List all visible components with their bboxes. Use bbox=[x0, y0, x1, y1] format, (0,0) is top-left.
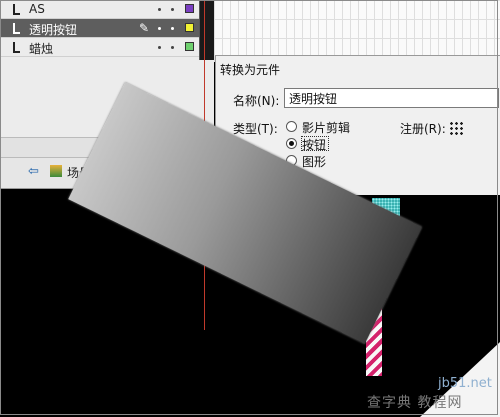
screenshot-border bbox=[0, 0, 498, 415]
